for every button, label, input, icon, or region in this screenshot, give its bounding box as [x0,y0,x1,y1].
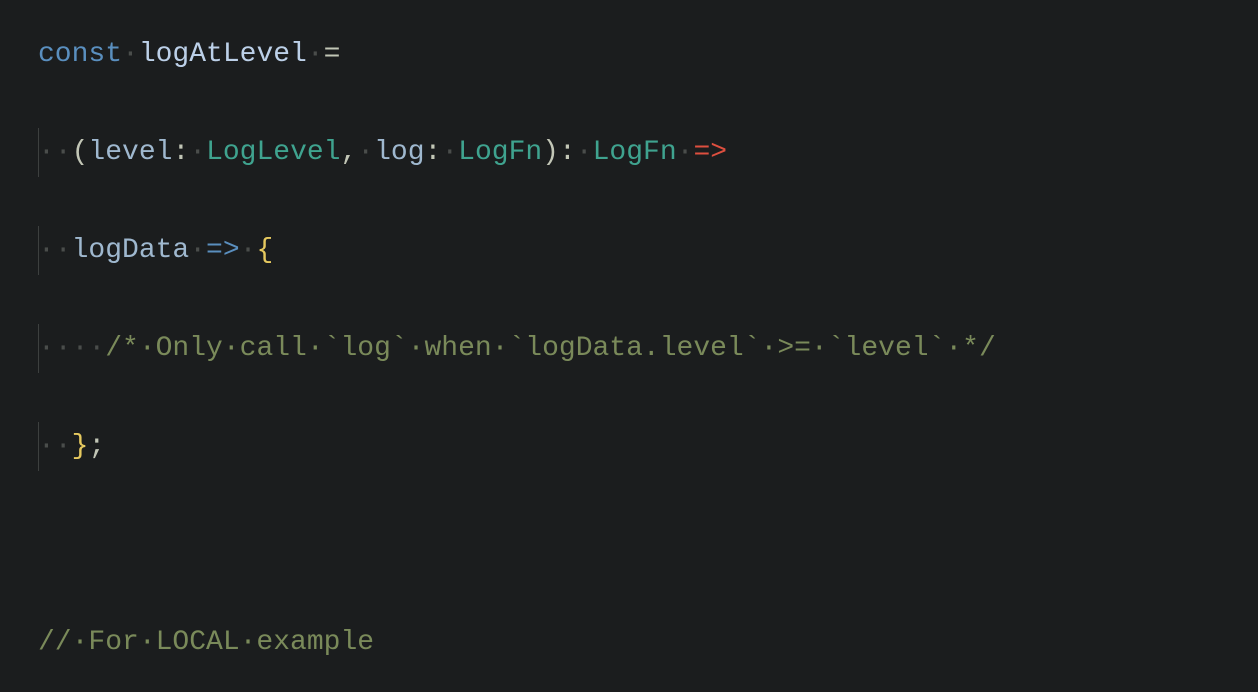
whitespace: · [441,137,458,168]
type-LogFn: LogFn [458,137,542,168]
keyword-const: const [38,39,122,70]
whitespace: ·· [38,431,72,462]
punctuation-colon: : [559,137,576,168]
indent-guide [38,226,39,275]
whitespace: ·· [38,235,72,266]
whitespace: · [240,235,257,266]
indent-guide [38,128,39,177]
indent-guide [38,324,39,373]
operator-arrow: => [693,137,727,168]
punctuation-comma: , [340,137,357,168]
block-comment: /*·Only·call·`log`·when·`logData.level`·… [105,333,996,364]
whitespace: ·· [38,137,72,168]
indent-guide [38,422,39,471]
code-line: ··(level:·LogLevel,·log:·LogFn):·LogFn·=… [38,128,1258,177]
whitespace: · [189,235,206,266]
blank-line [38,520,1258,569]
code-line: ····/*·Only·call·`log`·when·`logData.lev… [38,324,1258,373]
punctuation-lparen: ( [72,137,89,168]
punctuation-semicolon: ; [88,431,105,462]
whitespace: ···· [38,333,105,364]
type-LogLevel: LogLevel [206,137,340,168]
param-log: log [374,137,424,168]
whitespace: · [307,39,324,70]
whitespace: · [576,137,593,168]
punctuation-lbrace: { [256,235,273,266]
code-line: const·logAtLevel·= [38,30,1258,79]
identifier-logAtLevel: logAtLevel [139,39,307,70]
whitespace: · [677,137,694,168]
code-block: const·logAtLevel·= ··(level:·LogLevel,·l… [38,30,1258,692]
code-line: //·For·LOCAL·example [38,618,1258,667]
code-line: ··}; [38,422,1258,471]
punctuation-rparen: ) [542,137,559,168]
punctuation-rbrace: } [72,431,89,462]
operator-equals: = [324,39,341,70]
whitespace: · [189,137,206,168]
line-comment: //·For·LOCAL·example [38,627,374,658]
code-line: ··logData·=>·{ [38,226,1258,275]
whitespace: · [122,39,139,70]
type-LogFn: LogFn [593,137,677,168]
param-level: level [88,137,172,168]
operator-arrow: => [206,235,240,266]
punctuation-colon: : [172,137,189,168]
punctuation-colon: : [425,137,442,168]
param-logData: logData [72,235,190,266]
whitespace: · [357,137,374,168]
